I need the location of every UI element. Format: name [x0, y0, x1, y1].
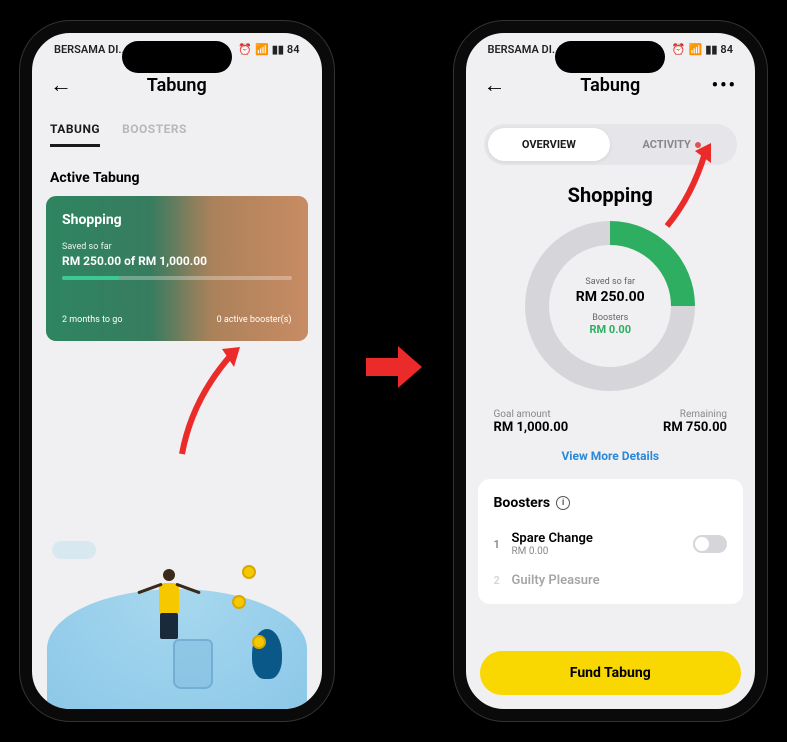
tabung-card[interactable]: Shopping Saved so far RM 250.00 of RM 1,…: [46, 196, 308, 341]
goal-stats: Goal amount RM 1,000.00 Remaining RM 750…: [466, 409, 756, 435]
notch: [555, 41, 665, 73]
alarm-icon: ⏰: [238, 43, 252, 56]
status-carrier: BERSAMA DI...: [54, 43, 128, 56]
booster-row: 2 Guilty Pleasure: [494, 565, 728, 596]
active-tabung-title: Active Tabung: [32, 152, 322, 196]
signal-icon: ▮▮: [272, 43, 284, 56]
annotation-arrow-menu: [657, 141, 727, 231]
booster-name: Guilty Pleasure: [512, 573, 728, 588]
wifi-icon: 📶: [255, 43, 269, 56]
annotation-arrow-card: [162, 339, 262, 459]
booster-name: Spare Change: [512, 531, 694, 546]
wifi-icon: 📶: [689, 43, 703, 56]
info-icon[interactable]: i: [556, 496, 570, 510]
card-active-boosters: 0 active booster(s): [217, 315, 292, 325]
remaining-value: RM 750.00: [663, 420, 727, 435]
status-carrier: BERSAMA DI...: [488, 43, 562, 56]
ring-boosters-label: Boosters: [592, 313, 628, 323]
transition-arrow-icon: [364, 336, 424, 407]
back-button[interactable]: ←: [50, 72, 72, 98]
page-title: Tabung: [580, 75, 640, 96]
battery-icon: 84: [720, 43, 733, 56]
back-button[interactable]: ←: [484, 72, 506, 98]
phone-right: BERSAMA DI... 8:10 ⏰ 📶 ▮▮ 84 ← Tabung ••…: [454, 21, 768, 721]
booster-index: 1: [494, 538, 512, 551]
view-more-link[interactable]: View More Details: [466, 449, 756, 463]
tab-tabung[interactable]: TABUNG: [50, 122, 100, 147]
illustration: [32, 529, 322, 709]
ring-saved-label: Saved so far: [585, 277, 635, 287]
remaining-label: Remaining: [663, 409, 727, 420]
progress-ring: Saved so far RM 250.00 Boosters RM 0.00: [466, 221, 756, 391]
booster-index: 2: [494, 574, 512, 587]
page-title: Tabung: [147, 75, 207, 96]
battery-icon: 84: [287, 43, 300, 56]
boosters-title: Boosters: [494, 495, 551, 511]
segment-overview[interactable]: OVERVIEW: [488, 128, 611, 161]
ring-saved-value: RM 250.00: [576, 289, 645, 305]
booster-row: 1 Spare Change RM 0.00: [494, 523, 728, 565]
ring-boosters-value: RM 0.00: [589, 323, 631, 336]
tab-boosters[interactable]: BOOSTERS: [122, 122, 187, 147]
fund-tabung-button[interactable]: Fund Tabung: [480, 651, 742, 695]
card-months: 2 months to go: [62, 315, 122, 325]
card-title: Shopping: [62, 212, 292, 228]
notch: [122, 41, 232, 73]
goal-amount-value: RM 1,000.00: [494, 420, 569, 435]
phone-left: BERSAMA DI... 8:10 ⏰ 📶 ▮▮ 84 ← Tabung TA…: [20, 21, 334, 721]
card-saved-label: Saved so far: [62, 242, 292, 252]
boosters-panel: Boosters i 1 Spare Change RM 0.00 2 Guil…: [478, 479, 744, 604]
card-saved-amount: RM 250.00 of RM 1,000.00: [62, 254, 292, 268]
alarm-icon: ⏰: [672, 43, 686, 56]
tabs: TABUNG BOOSTERS: [32, 112, 322, 152]
booster-toggle[interactable]: [693, 535, 727, 553]
signal-icon: ▮▮: [705, 43, 717, 56]
booster-amount: RM 0.00: [512, 546, 694, 557]
card-progress: [62, 276, 292, 280]
more-menu-button[interactable]: •••: [712, 75, 737, 96]
goal-amount-label: Goal amount: [494, 409, 569, 420]
